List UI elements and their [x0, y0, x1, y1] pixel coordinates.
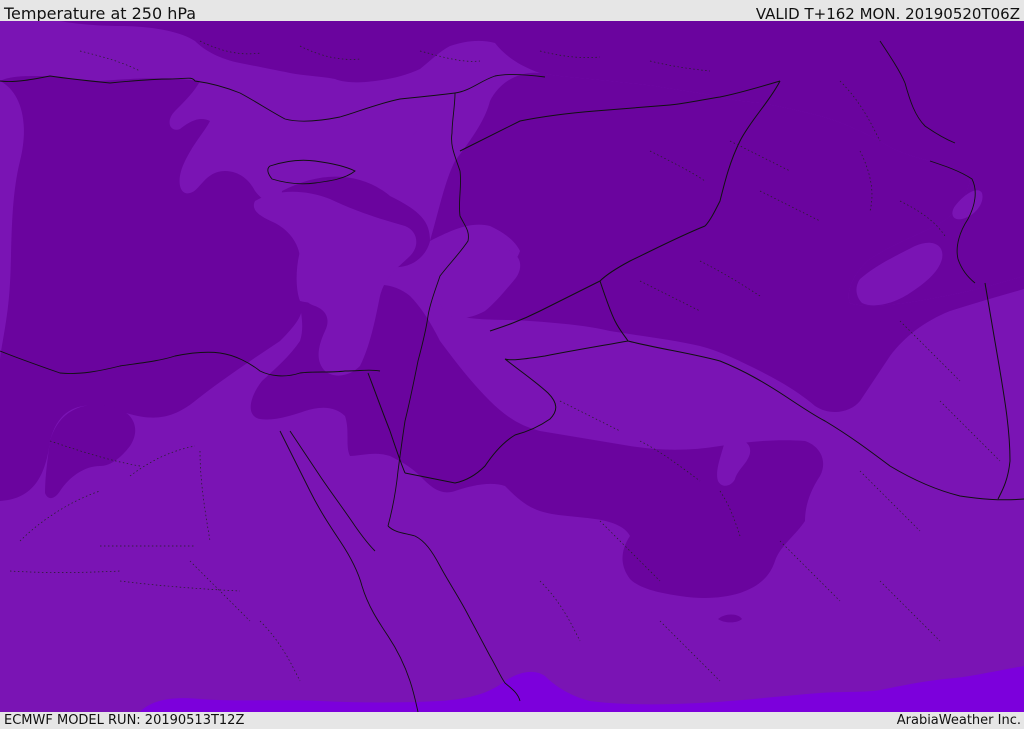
weather-map-page: Temperature at 250 hPa VALID T+162 MON. … — [0, 0, 1024, 729]
credit-label: ArabiaWeather Inc. — [896, 713, 1021, 728]
model-run-label: ECMWF MODEL RUN: 20190513T12Z — [4, 713, 245, 728]
temperature-map — [0, 21, 1024, 712]
header-bar: Temperature at 250 hPa VALID T+162 MON. … — [0, 0, 1024, 23]
footer-bar: ECMWF MODEL RUN: 20190513T12Z ArabiaWeat… — [0, 712, 1024, 729]
map-area — [0, 21, 1024, 712]
